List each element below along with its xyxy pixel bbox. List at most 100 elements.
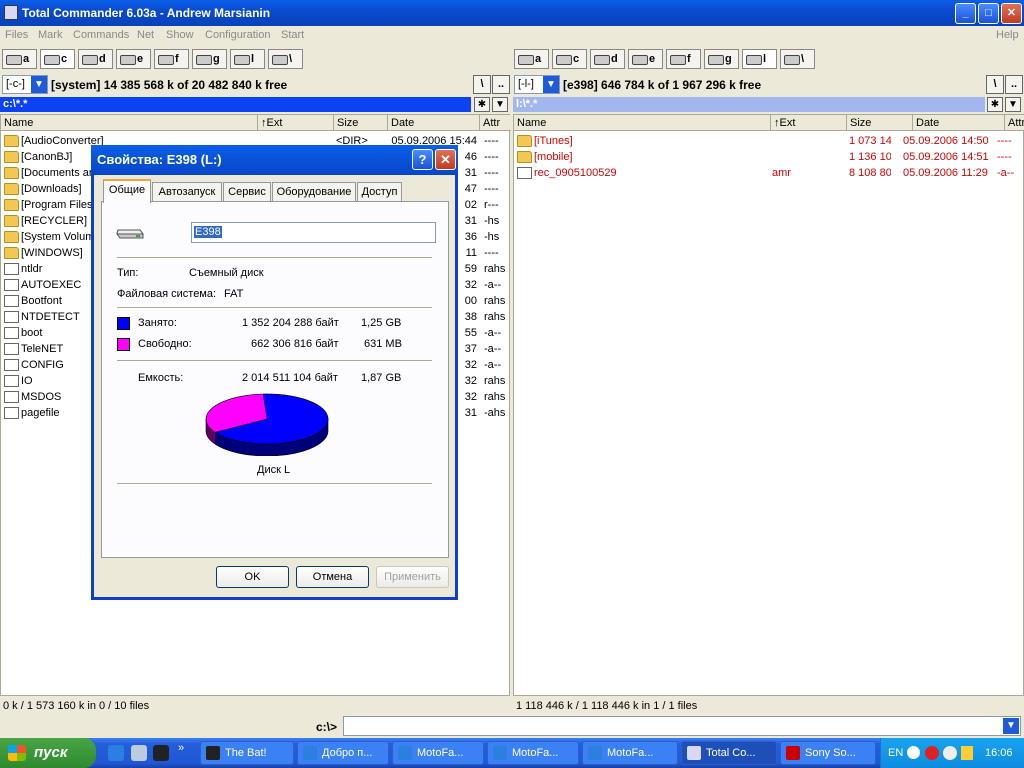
right-history-button[interactable]: ✱: [987, 97, 1003, 112]
chevron-down-icon[interactable]: ▼: [543, 76, 559, 93]
taskbar-ie-3[interactable]: MotoFa...: [487, 741, 579, 765]
close-button[interactable]: ✕: [1001, 3, 1022, 24]
quicklaunch-more-icon[interactable]: »: [178, 742, 184, 754]
used-label: Занято:: [138, 317, 177, 329]
file-icon: [4, 375, 19, 387]
tray-antivirus-icon[interactable]: [925, 746, 939, 760]
tray-volume-icon[interactable]: [961, 746, 973, 760]
cmdline-label: c:\>: [316, 720, 338, 734]
window-titlebar[interactable]: Total Commander 6.03a - Andrew Marsianin: [0, 0, 1024, 26]
type-label: Тип:: [117, 267, 139, 279]
taskbar-sony[interactable]: Sony So...: [780, 741, 876, 765]
cancel-button[interactable]: Отмена: [296, 566, 369, 588]
left-path-bar[interactable]: c:\*.*: [0, 97, 471, 112]
tab-tools[interactable]: Сервис: [223, 182, 271, 202]
right-col-name[interactable]: Name: [514, 115, 771, 131]
menu-commands[interactable]: Commands: [73, 26, 129, 44]
left-col-ext[interactable]: ↑Ext: [258, 115, 334, 131]
dialog-close-button[interactable]: ✕: [435, 149, 456, 170]
right-up-button[interactable]: ..: [1005, 75, 1023, 94]
desktop-quicklaunch-icon[interactable]: [131, 745, 147, 761]
menu-help[interactable]: Help: [996, 26, 1019, 44]
right-drive-c-button[interactable]: c: [552, 49, 587, 69]
menu-net[interactable]: Net: [137, 26, 154, 44]
left-drive-g-button[interactable]: g: [192, 49, 227, 69]
left-drive-a-button[interactable]: a: [2, 49, 37, 69]
right-col-size[interactable]: Size: [847, 115, 913, 131]
right-col-attr[interactable]: Attr: [1005, 115, 1024, 131]
ie-quicklaunch-icon[interactable]: [108, 745, 124, 761]
file-date: 05.09.2006 14:51: [903, 151, 989, 163]
file-attr: r---: [484, 199, 499, 211]
tab-hardware[interactable]: Оборудование: [272, 182, 356, 202]
right-root-button[interactable]: \: [986, 75, 1004, 94]
file-date: 05.09.2006 11:29: [903, 167, 988, 179]
left-up-button[interactable]: ..: [492, 75, 510, 94]
tab-general[interactable]: Общие: [103, 179, 151, 203]
tray-arrow-icon[interactable]: [907, 746, 920, 759]
volume-name-input[interactable]: E398: [191, 222, 436, 243]
file-row[interactable]: [iTunes] 1 073 143 05.09.2006 14:50 ----: [514, 133, 1023, 149]
left-drive-d-button[interactable]: d: [78, 49, 113, 69]
right-drive-e-button[interactable]: e: [628, 49, 663, 69]
chevron-down-icon[interactable]: ▼: [31, 76, 47, 93]
right-col-ext[interactable]: ↑Ext: [771, 115, 847, 131]
right-drive-d-button[interactable]: d: [590, 49, 625, 69]
left-drive-c-button[interactable]: c: [40, 49, 75, 69]
taskbar-ie-1[interactable]: Добро п...: [297, 741, 389, 765]
menu-files[interactable]: Files: [5, 26, 28, 44]
left-history-button[interactable]: ✱: [474, 97, 490, 112]
app-icon[interactable]: [4, 5, 18, 20]
menu-configuration[interactable]: Configuration: [205, 26, 270, 44]
left-col-size[interactable]: Size: [334, 115, 388, 131]
tab-sharing[interactable]: Доступ: [357, 182, 402, 202]
file-attr: ----: [484, 151, 499, 163]
left-col-date[interactable]: Date: [388, 115, 480, 131]
menu-mark[interactable]: Mark: [38, 26, 62, 44]
file-attr: -hs: [484, 215, 500, 227]
cmdline-input[interactable]: ▼: [343, 716, 1021, 736]
left-root-button[interactable]: \: [473, 75, 491, 94]
taskbar-thebat[interactable]: The Bat!: [200, 741, 294, 765]
apply-button[interactable]: Применить: [376, 566, 449, 588]
right-col-date[interactable]: Date: [913, 115, 1005, 131]
right-drive-net-button[interactable]: \: [780, 49, 815, 69]
left-col-attr[interactable]: Attr: [480, 115, 511, 131]
taskbar-total-commander[interactable]: Total Co...: [681, 741, 777, 765]
maximize-button[interactable]: □: [978, 3, 999, 24]
menu-start[interactable]: Start: [281, 26, 304, 44]
right-drive-combo[interactable]: [-l-] ▼: [514, 75, 560, 94]
right-file-panel[interactable]: Name ↑Ext Size Date Attr [iTunes] 1 073 1…: [513, 114, 1024, 696]
taskbar-ie-4[interactable]: MotoFa...: [582, 741, 678, 765]
left-drive-net-button[interactable]: \: [268, 49, 303, 69]
file-row[interactable]: [mobile] 1 136 107 176 05.09.2006 14:51 ---…: [514, 149, 1023, 165]
dialog-titlebar[interactable]: Свойства: E398 (L:): [91, 145, 458, 175]
left-drive-e-button[interactable]: e: [116, 49, 151, 69]
tray-network-icon[interactable]: [943, 746, 957, 760]
thebat-quicklaunch-icon[interactable]: [153, 745, 169, 761]
left-drive-info: [system] 14 385 568 k of 20 482 840 k fr…: [51, 78, 288, 92]
folder-icon: [4, 183, 19, 195]
tab-autorun[interactable]: Автозапуск: [152, 182, 222, 202]
right-drive-l-button[interactable]: l: [742, 49, 777, 69]
right-drive-f-button[interactable]: f: [666, 49, 701, 69]
disk-usage-pie: [205, 393, 329, 456]
free-color-swatch: [117, 338, 130, 351]
right-drive-g-button[interactable]: g: [704, 49, 739, 69]
minimize-button[interactable]: _: [955, 3, 976, 24]
chevron-down-icon[interactable]: ▼: [1003, 718, 1019, 734]
left-hotlist-button[interactable]: ▼: [492, 97, 508, 112]
left-drive-l-button[interactable]: l: [230, 49, 265, 69]
right-drive-a-button[interactable]: a: [514, 49, 549, 69]
ok-button[interactable]: OK: [216, 566, 289, 588]
file-row[interactable]: rec_0905100529 amr 8 108 806 05.09.2006 11:…: [514, 165, 1023, 181]
dialog-help-button[interactable]: ?: [412, 149, 433, 170]
language-indicator[interactable]: EN: [888, 738, 903, 768]
menu-show[interactable]: Show: [166, 26, 194, 44]
left-drive-combo[interactable]: [-c-] ▼: [2, 75, 48, 94]
left-col-name[interactable]: Name: [1, 115, 258, 131]
taskbar-ie-2[interactable]: MotoFa...: [392, 741, 484, 765]
left-drive-f-button[interactable]: f: [154, 49, 189, 69]
right-hotlist-button[interactable]: ▼: [1005, 97, 1021, 112]
right-path-bar[interactable]: l:\*.*: [513, 97, 985, 112]
